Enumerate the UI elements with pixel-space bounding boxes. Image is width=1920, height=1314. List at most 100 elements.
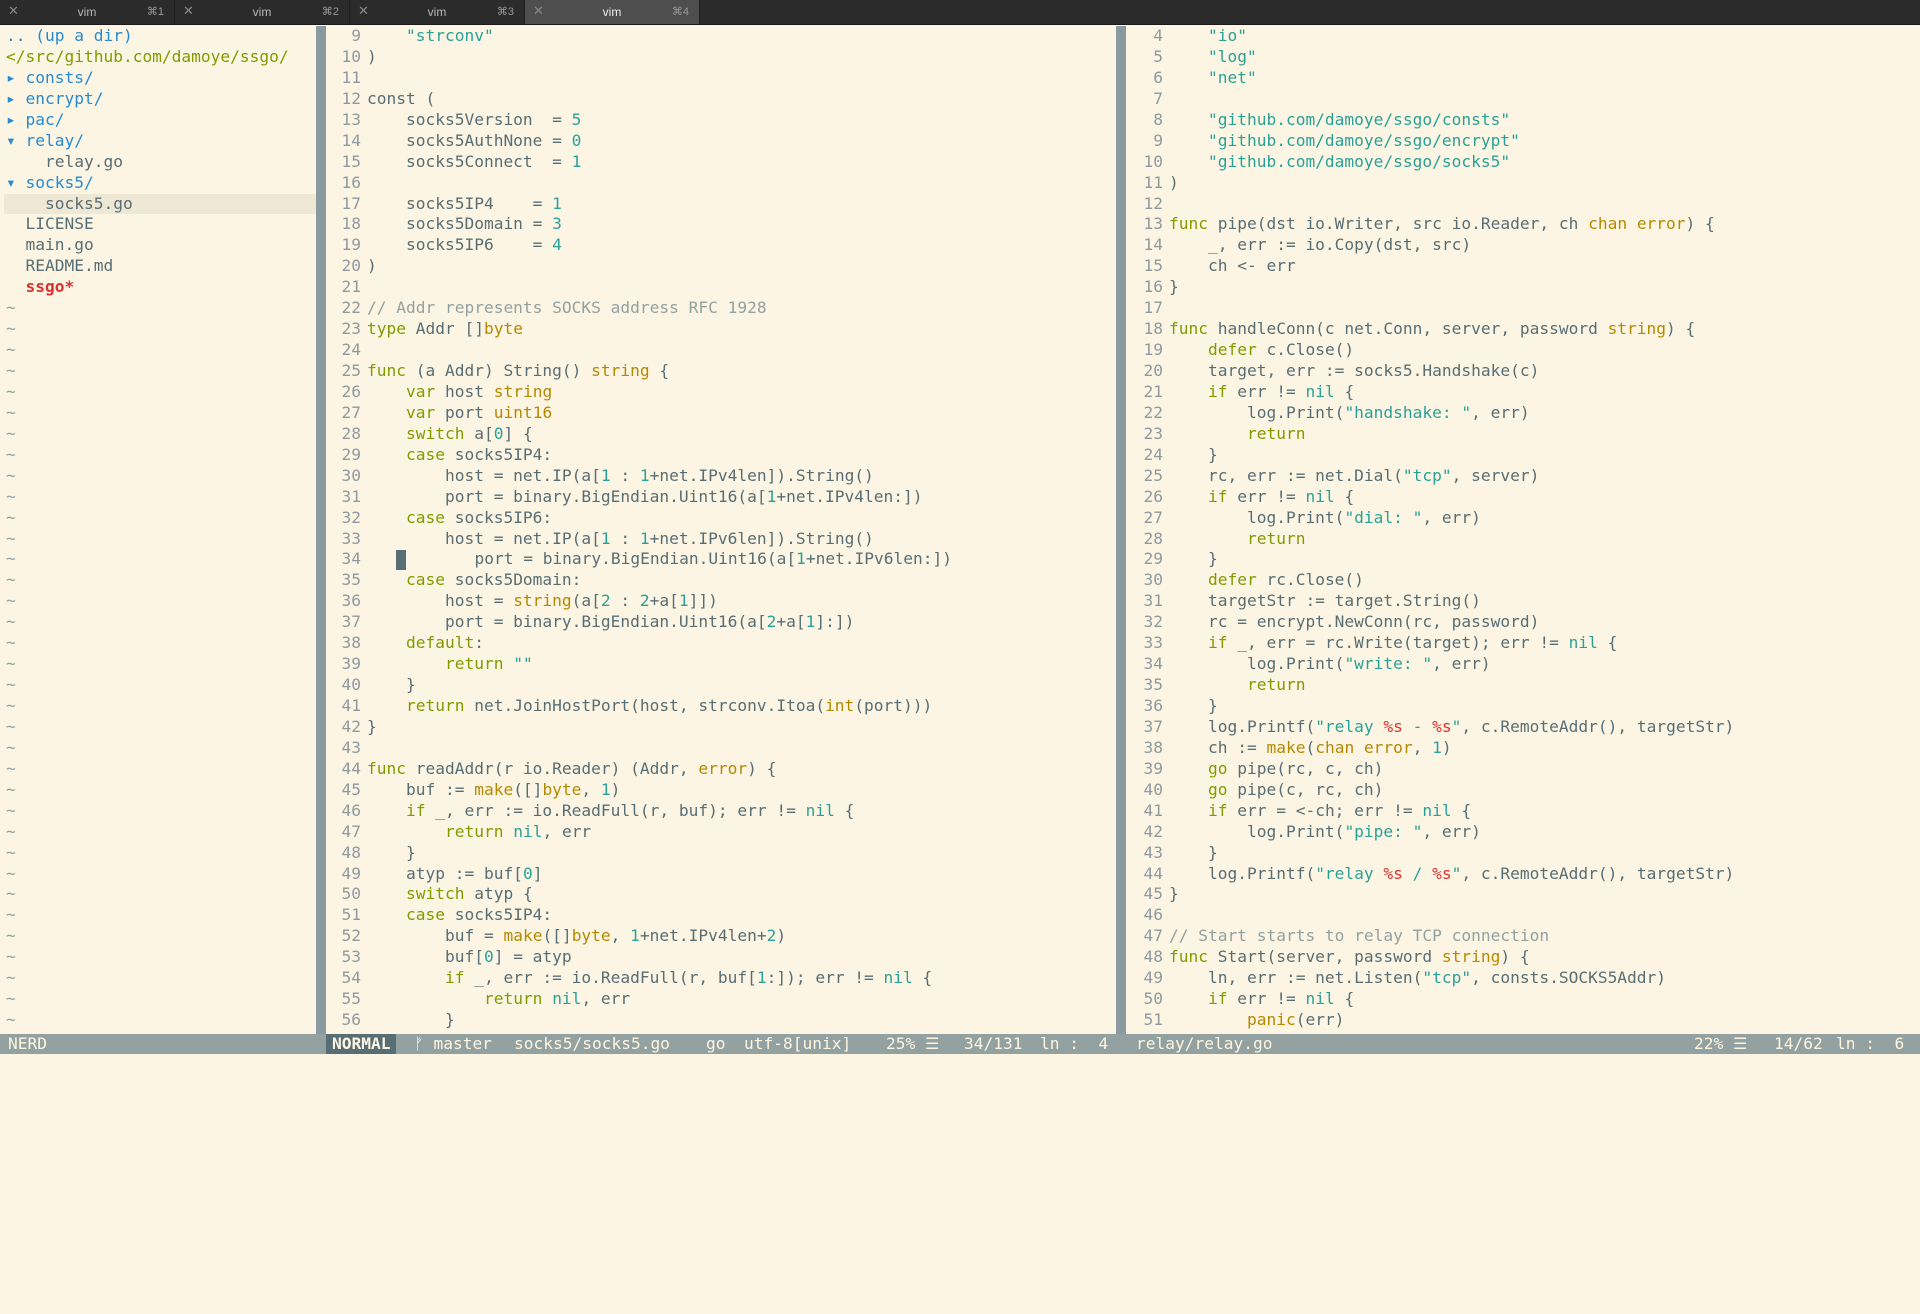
empty-line-marker: ~ <box>6 863 16 883</box>
tab-1[interactable]: ✕ vim ⌘1 <box>0 0 175 24</box>
line-number: 24 <box>1143 444 1164 464</box>
code-token: ) <box>367 256 377 276</box>
code-token: : <box>474 633 484 653</box>
line-number: 42 <box>1143 821 1164 841</box>
split-divider[interactable] <box>1116 26 1126 1034</box>
code-token: +net.IPv6len]).String() <box>649 528 874 548</box>
code-token: nil <box>1305 486 1335 506</box>
split-divider[interactable] <box>316 26 326 1034</box>
code-line: 11 <box>326 68 1116 89</box>
tree-dir-item[interactable]: ▾ socks5/ <box>4 173 316 194</box>
code-line: 55 return nil, err <box>326 989 1116 1010</box>
code-token: 0 <box>483 947 494 967</box>
tree-file-item[interactable]: LICENSE <box>4 214 316 235</box>
code-token: 1 <box>552 193 562 213</box>
code-token: ) { <box>747 758 777 778</box>
code-token: buf[ <box>367 947 484 967</box>
code-token: (port))) <box>854 696 933 715</box>
empty-line-marker: ~ <box>6 633 16 653</box>
tab-4[interactable]: ✕ vim ⌘4 <box>525 0 700 24</box>
tree-file-item[interactable]: socks5.go <box>4 193 316 215</box>
code-token: 0 <box>493 423 504 443</box>
code-token: } <box>1169 696 1218 715</box>
code-token: ) <box>1441 737 1452 757</box>
code-line: 6 "net" <box>1128 68 1920 89</box>
empty-line-marker: ~ <box>6 716 16 736</box>
code-token: 1 <box>639 465 650 485</box>
tree-dir-item[interactable]: ▾ relay/ <box>4 131 316 152</box>
line-number: 20 <box>341 256 362 276</box>
code-token: 1 <box>600 528 611 548</box>
code-token: chan <box>1315 737 1355 757</box>
code-token: { <box>1597 633 1618 653</box>
tree-dir-item[interactable]: ▸ consts/ <box>4 68 316 89</box>
line-number: 45 <box>1143 884 1164 904</box>
code-token: ) <box>776 926 787 946</box>
code-token: go <box>1207 758 1228 778</box>
code-token: 1 <box>766 486 777 506</box>
code-token: nil <box>805 800 835 820</box>
tree-root-path[interactable]: </src/github.com/damoye/ssgo/ <box>4 47 316 68</box>
code-token: { <box>1334 381 1355 401</box>
editor-right[interactable]: 4 "io" 5 "log" 6 "net" 7 8 "github.com/damoy… <box>1128 26 1920 1034</box>
tree-file-item[interactable]: ssgo* <box>4 277 316 298</box>
code-token: log.Print( <box>1169 654 1345 674</box>
tree-file-item[interactable]: relay.go <box>4 152 316 173</box>
line-number: 42 <box>341 716 362 736</box>
code-token: ]:]) <box>815 612 855 632</box>
line-number: 39 <box>341 654 362 674</box>
code-token: case <box>405 507 445 527</box>
code-token: } <box>367 675 416 695</box>
tab-3[interactable]: ✕ vim ⌘3 <box>350 0 525 24</box>
tab-2[interactable]: ✕ vim ⌘2 <box>175 0 350 24</box>
code-token: string <box>493 381 553 401</box>
code-token: "github.com/damoye/ssgo/socks5" <box>1169 151 1511 171</box>
editor-left[interactable]: 9 "strconv" 10) 11 12 const (13 socks5Versio… <box>326 26 1116 1034</box>
code-token: 1 <box>1432 737 1442 757</box>
code-token: string <box>1441 947 1501 967</box>
empty-line-marker: ~ <box>6 779 16 799</box>
tree-up-dir[interactable]: .. (up a dir) <box>4 26 316 47</box>
code-token: : <box>610 465 640 485</box>
code-token: 1 <box>571 151 582 171</box>
code-token: var <box>405 402 436 422</box>
line-number: 44 <box>341 758 362 778</box>
tree-file-item[interactable]: README.md <box>4 256 316 277</box>
empty-line-marker: ~ <box>6 1010 16 1030</box>
line-number: 17 <box>1143 298 1164 318</box>
command-line[interactable] <box>0 1054 1920 1079</box>
line-number: 16 <box>1143 277 1164 297</box>
line-number: 30 <box>341 465 362 485</box>
code-token: 1 <box>678 591 689 611</box>
code-token: log.Printf( <box>1169 863 1316 883</box>
empty-line-marker: ~ <box>6 423 16 443</box>
code-line: 43 <box>326 738 1116 759</box>
tree-dir-item[interactable]: ▸ encrypt/ <box>4 89 316 110</box>
code-token: case <box>405 444 445 464</box>
code-token: switch <box>405 884 465 904</box>
code-token: "strconv" <box>367 26 494 45</box>
code-line: 39 return "" <box>326 654 1116 675</box>
tree-dir-item[interactable]: ▸ pac/ <box>4 110 316 131</box>
line-number: 24 <box>341 340 362 360</box>
tree-file-item[interactable]: main.go <box>4 235 316 256</box>
code-token: "github.com/damoye/ssgo/encrypt" <box>1169 130 1520 150</box>
code-line: 13 func pipe(dst io.Writer, src io.Reader… <box>1128 214 1920 235</box>
code-line: 46 if _, err := io.ReadFull(r, buf); err… <box>326 801 1116 822</box>
code-token: nil <box>883 968 913 988</box>
code-token: "net" <box>1169 67 1257 87</box>
line-number: 35 <box>341 570 362 590</box>
empty-line-marker: ~ <box>6 591 16 611</box>
code-token: "log" <box>1169 46 1257 66</box>
code-line: 39 go pipe(rc, c, ch) <box>1128 759 1920 780</box>
code-token: 1 <box>639 528 650 548</box>
line-number: 19 <box>1143 340 1164 360</box>
line-number: 33 <box>341 528 362 548</box>
code-line: 40 go pipe(c, rc, ch) <box>1128 780 1920 801</box>
code-token: if <box>1207 633 1228 653</box>
code-token: return <box>1246 423 1306 443</box>
code-token: nil <box>1305 989 1335 1009</box>
